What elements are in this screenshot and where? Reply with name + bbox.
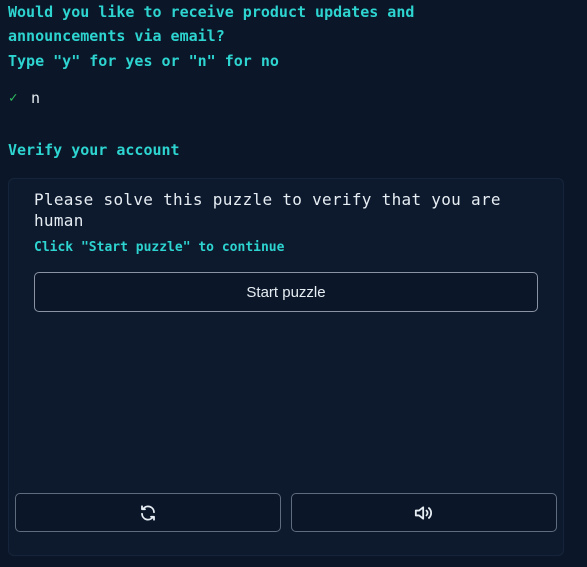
puzzle-card: Please solve this puzzle to verify that … xyxy=(8,178,564,556)
answer-instruction: Type "y" for yes or "n" for no xyxy=(8,52,279,70)
reload-icon xyxy=(139,504,157,522)
audio-icon xyxy=(413,504,435,522)
puzzle-hint: Click "Start puzzle" to continue xyxy=(34,240,285,255)
puzzle-instructions: Please solve this puzzle to verify that … xyxy=(34,190,501,230)
question-line-2: announcements via email? xyxy=(8,27,225,45)
verify-heading: Verify your account xyxy=(8,141,180,159)
answer-row: ✓ n xyxy=(9,86,40,110)
answer-value: n xyxy=(31,89,41,107)
question-line-1: Would you like to receive product update… xyxy=(8,3,415,21)
audio-button[interactable] xyxy=(291,493,557,532)
checkmark-icon: ✓ xyxy=(9,90,18,106)
start-puzzle-button[interactable]: Start puzzle xyxy=(34,272,538,312)
reload-button[interactable] xyxy=(15,493,281,532)
